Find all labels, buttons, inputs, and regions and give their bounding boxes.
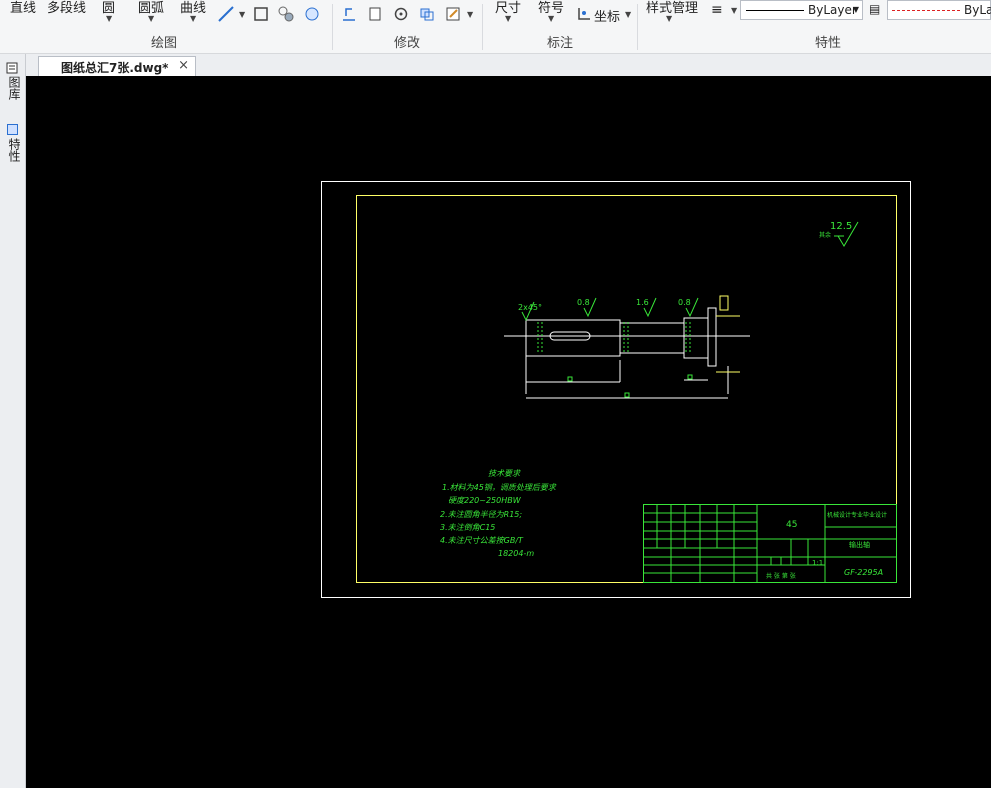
notes-line-6: 18204-m — [498, 549, 534, 558]
close-icon[interactable]: × — [178, 58, 189, 73]
notes-line-1: 1.材料为45钢，调质处理后要求 — [442, 483, 557, 492]
lineweight-icon[interactable]: ≡ — [711, 2, 723, 18]
rotate-icon[interactable] — [393, 6, 409, 22]
circle-dropdown-icon[interactable]: ▼ — [106, 14, 112, 23]
roughness-value: 12.5 — [830, 221, 852, 232]
modify-group-label: 修改 — [394, 36, 421, 51]
sheet-count-text: 共 张 第 张 — [766, 572, 796, 580]
coordinate-icon[interactable] — [576, 6, 592, 22]
document-tabbar: 图纸总汇7张.dwg* × — [0, 54, 991, 76]
separator — [482, 4, 483, 50]
notes-line-3: 2.未注圆角半径为R15; — [440, 510, 522, 519]
left-dock-panel: 图库 特性 — [0, 54, 26, 788]
ribbon-toolbar: 直线 多段线 圆 ▼ 圆弧 ▼ 曲线 ▼ ▼ 绘图 ▼ 修改 尺寸 ▼ 符号 ▼… — [0, 0, 991, 54]
annotate-group-label: 标注 — [547, 36, 574, 51]
document-tab[interactable]: 图纸总汇7张.dwg* × — [38, 56, 196, 76]
chamfer-dim: 2x45° — [518, 303, 542, 312]
notes-line-4: 3.未注倒角C15 — [440, 523, 495, 532]
linetype-value: ByLayer — [808, 3, 857, 17]
dash-line-sample — [892, 10, 960, 11]
document-tab-label: 图纸总汇7张.dwg* — [61, 61, 169, 75]
layers-icon[interactable] — [6, 62, 18, 74]
solid-line-sample — [746, 10, 804, 11]
lineweight-dropdown-icon[interactable]: ▼ — [731, 6, 737, 15]
linetype-caret-icon: ▼ — [852, 5, 859, 14]
hatch-icon[interactable] — [278, 6, 294, 22]
technical-notes: 技术要求 1.材料为45钢，调质处理后要求 硬度220~250HBW 2.未注圆… — [440, 469, 557, 558]
notes-line-5: 4.未注尺寸公差按GB/T — [440, 536, 524, 545]
sheet-outer-border — [321, 181, 911, 598]
layers-panel-tab[interactable]: 图库 — [6, 76, 23, 100]
modify-dropdown-icon[interactable]: ▼ — [467, 10, 473, 19]
part-name-text: 输出轴 — [849, 540, 870, 549]
roughness-note: 其余 — [819, 231, 831, 239]
drawing-canvas[interactable]: 12.5 其余 2x45° 0.8 1.6 0.8 技术要求 1.材料为45钢，… — [26, 76, 991, 788]
properties-icon[interactable] — [7, 124, 18, 135]
ray-dropdown-icon[interactable]: ▼ — [239, 10, 245, 19]
coordinate-dropdown-icon[interactable]: ▼ — [625, 10, 631, 19]
cad-drawing: 12.5 其余 2x45° 0.8 1.6 0.8 技术要求 1.材料为45钢，… — [321, 181, 911, 598]
array-icon[interactable] — [419, 6, 435, 22]
notes-line-2: 硬度220~250HBW — [448, 496, 522, 505]
edit-icon[interactable] — [445, 6, 461, 22]
sheet-inner-border — [356, 195, 897, 583]
polyline-tool[interactable]: 多段线 — [47, 0, 86, 16]
roughness-dim-1: 0.8 — [577, 298, 590, 307]
scale-text: 1:1 — [812, 559, 823, 567]
linescale-icon[interactable]: ▤ — [869, 2, 880, 16]
notes-title: 技术要求 — [488, 469, 521, 478]
line-tool[interactable]: 直线 — [10, 0, 36, 16]
material-text: 45 — [786, 520, 797, 530]
roughness-symbol: 12.5 其余 — [819, 221, 859, 247]
properties-group-label: 特性 — [815, 36, 842, 51]
arc-dropdown-icon[interactable]: ▼ — [148, 14, 154, 23]
dimension-dropdown-icon[interactable]: ▼ — [505, 14, 511, 23]
drawing-code-text: GF-2295A — [844, 568, 883, 577]
rectangle-icon[interactable] — [253, 6, 269, 22]
roughness-dim-3: 0.8 — [678, 298, 691, 307]
org-text: 机械设计专业毕业设计 — [827, 511, 887, 519]
move-icon[interactable] — [341, 6, 357, 22]
curve-dropdown-icon[interactable]: ▼ — [190, 14, 196, 23]
region-icon[interactable] — [304, 6, 320, 22]
properties-panel-tab[interactable]: 特性 — [6, 138, 23, 162]
ray-line-icon[interactable] — [218, 6, 234, 22]
style-manager-dropdown-icon[interactable]: ▼ — [666, 14, 672, 23]
separator — [332, 4, 333, 50]
linetype2-value: ByLay — [964, 3, 991, 17]
roughness-dim-2: 1.6 — [636, 298, 649, 307]
symbol-dropdown-icon[interactable]: ▼ — [548, 14, 554, 23]
linetype2-combo[interactable]: ByLay — [887, 0, 991, 20]
linetype-combo[interactable]: ByLayer ▼ — [740, 0, 863, 20]
copy-icon[interactable] — [367, 6, 383, 22]
separator — [637, 4, 638, 50]
draw-group-label: 绘图 — [151, 36, 178, 51]
coordinate-tool[interactable]: 坐标 — [594, 6, 620, 25]
